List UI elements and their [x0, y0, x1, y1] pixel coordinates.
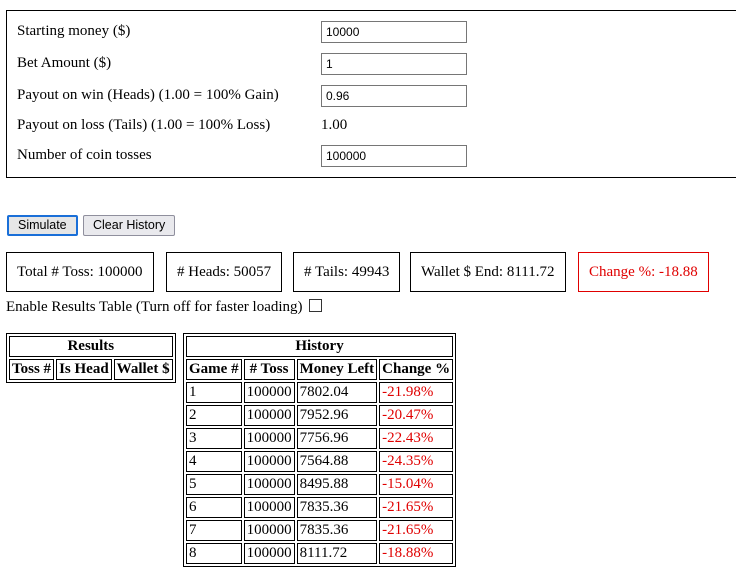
- history-money-cell: 7802.04: [296, 382, 378, 403]
- history-money-cell: 7835.36: [296, 520, 378, 541]
- results-col-header: Wallet $: [113, 359, 173, 380]
- history-change-cell: -20.47%: [379, 405, 454, 426]
- history-money-cell: 7835.36: [296, 497, 378, 518]
- history-money-cell: 8495.88: [296, 474, 378, 495]
- history-table-title: History: [186, 336, 454, 357]
- history-change-cell: -15.04%: [379, 474, 454, 495]
- starting-money-label: Starting money ($): [17, 23, 131, 39]
- wallet-end-stat: Wallet $ End: 8111.72: [410, 252, 566, 292]
- history-game-cell: 1: [186, 382, 242, 403]
- enable-results-row: Enable Results Table (Turn off for faste…: [6, 299, 322, 316]
- history-row: 8 100000 8111.72 -18.88%: [186, 543, 454, 564]
- enable-results-checkbox[interactable]: [308, 299, 322, 312]
- history-game-cell: 2: [186, 405, 242, 426]
- history-money-cell: 7756.96: [296, 428, 378, 449]
- history-toss-cell: 100000: [243, 520, 295, 541]
- history-row: 5 100000 8495.88 -15.04%: [186, 474, 454, 495]
- history-toss-cell: 100000: [243, 451, 295, 472]
- simulate-button[interactable]: Simulate: [7, 215, 78, 236]
- history-toss-cell: 100000: [243, 543, 295, 564]
- history-money-cell: 7952.96: [296, 405, 378, 426]
- bet-amount-input[interactable]: [321, 53, 467, 75]
- results-table: Results Toss # Is Head Wallet $: [6, 333, 176, 383]
- payout-loss-value: 1.00: [321, 117, 348, 133]
- payout-win-label: Payout on win (Heads) (1.00 = 100% Gain): [17, 87, 279, 103]
- history-game-cell: 6: [186, 497, 242, 518]
- change-pct-stat: Change %: -18.88: [578, 252, 709, 292]
- history-game-cell: 4: [186, 451, 242, 472]
- history-toss-cell: 100000: [243, 497, 295, 518]
- history-change-cell: -21.98%: [379, 382, 454, 403]
- history-col-header: Game #: [186, 359, 242, 380]
- results-table-title: Results: [9, 336, 173, 357]
- history-row: 6 100000 7835.36 -21.65%: [186, 497, 454, 518]
- history-change-cell: -18.88%: [379, 543, 454, 564]
- history-row: 1 100000 7802.04 -21.98%: [186, 382, 454, 403]
- payout-win-input[interactable]: [321, 85, 467, 107]
- history-col-header: # Toss: [243, 359, 295, 380]
- history-toss-cell: 100000: [243, 405, 295, 426]
- history-row: 2 100000 7952.96 -20.47%: [186, 405, 454, 426]
- history-change-cell: -24.35%: [379, 451, 454, 472]
- heads-stat: # Heads: 50057: [166, 252, 283, 292]
- tails-stat: # Tails: 49943: [293, 252, 401, 292]
- history-game-cell: 5: [186, 474, 242, 495]
- history-game-cell: 8: [186, 543, 242, 564]
- history-change-cell: -21.65%: [379, 497, 454, 518]
- history-col-header: Change %: [379, 359, 454, 380]
- history-row: 7 100000 7835.36 -21.65%: [186, 520, 454, 541]
- history-change-cell: -22.43%: [379, 428, 454, 449]
- payout-loss-label: Payout on loss (Tails) (1.00 = 100% Loss…: [17, 117, 271, 133]
- history-table-body: 1 100000 7802.04 -21.98% 2 100000 7952.96 -20.4…: [186, 382, 454, 564]
- history-toss-cell: 100000: [243, 382, 295, 403]
- history-money-cell: 7564.88: [296, 451, 378, 472]
- history-change-cell: -21.65%: [379, 520, 454, 541]
- tosses-input[interactable]: [321, 145, 467, 167]
- results-col-header: Is Head: [56, 359, 112, 380]
- settings-panel: Starting money ($) Bet Amount ($) Payout…: [6, 10, 736, 178]
- clear-history-button[interactable]: Clear History: [83, 215, 176, 236]
- history-table: History Game # # Toss Money Left Change …: [183, 333, 457, 567]
- history-money-cell: 8111.72: [296, 543, 378, 564]
- history-row: 3 100000 7756.96 -22.43%: [186, 428, 454, 449]
- history-row: 4 100000 7564.88 -24.35%: [186, 451, 454, 472]
- history-toss-cell: 100000: [243, 474, 295, 495]
- total-toss-stat: Total # Toss: 100000: [6, 252, 154, 292]
- history-game-cell: 3: [186, 428, 242, 449]
- enable-results-label: Enable Results Table (Turn off for faste…: [6, 299, 303, 315]
- tosses-label: Number of coin tosses: [17, 147, 152, 163]
- results-col-header: Toss #: [9, 359, 55, 380]
- bet-amount-label: Bet Amount ($): [17, 55, 112, 71]
- history-game-cell: 7: [186, 520, 242, 541]
- starting-money-input[interactable]: [321, 21, 467, 43]
- history-col-header: Money Left: [296, 359, 378, 380]
- history-toss-cell: 100000: [243, 428, 295, 449]
